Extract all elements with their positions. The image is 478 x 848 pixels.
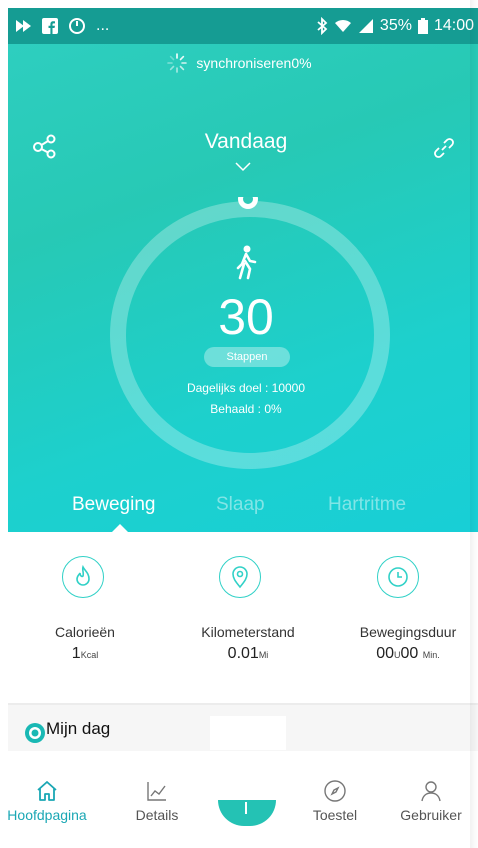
walking-person-icon [236, 245, 257, 280]
duration-minutes: 00 [400, 645, 419, 662]
nav-hoofdpagina[interactable]: Hoofdpagina [4, 751, 90, 823]
nav-label-gebruiker: Gebruiker [400, 807, 462, 823]
distance-value: 0.01Mi [178, 645, 318, 663]
more-indicator: ... [96, 17, 110, 34]
tab-hartritme[interactable]: Hartritme [328, 494, 406, 516]
distance-badge [219, 556, 261, 598]
status-bar: ... 35% 14:00 [8, 8, 478, 44]
power-icon [69, 18, 85, 34]
link-icon[interactable] [432, 136, 456, 160]
overlay-block [210, 716, 286, 750]
activity-tabs: Beweging Slaap Hartritme [8, 494, 478, 532]
battery-icon [417, 18, 428, 34]
clock-time: 14:00 [433, 17, 474, 34]
my-day-label: Mijn dag [46, 719, 111, 738]
home-icon [37, 781, 57, 801]
play-icon [16, 20, 31, 32]
tab-slaap[interactable]: Slaap [216, 494, 265, 516]
battery-percent: 35% [379, 17, 412, 34]
location-pin-icon [232, 566, 248, 589]
daily-goal: Dagelijks doel : 10000 [186, 381, 306, 395]
user-icon [421, 781, 441, 802]
calories-value: 1Kcal [30, 645, 140, 663]
duration-badge [377, 556, 419, 598]
nav-label-toestel: Toestel [312, 807, 358, 823]
nav-toestel[interactable]: Toestel [292, 751, 378, 823]
sync-text: synchroniseren0% [196, 55, 312, 71]
duration-value: 00U00 Min. [340, 645, 476, 663]
step-count: 30 [218, 289, 274, 345]
center-action-mark [245, 802, 247, 814]
bluetooth-icon [317, 17, 328, 35]
tab-beweging[interactable]: Beweging [72, 494, 155, 516]
play-circle-icon [25, 723, 45, 743]
duration-minutes-unit: Min. [422, 650, 440, 660]
chart-icon [147, 782, 166, 801]
steps-label: Stappen [204, 347, 290, 367]
distance-number: 0.01 [227, 645, 259, 662]
calories-unit: Kcal [80, 650, 99, 660]
facebook-icon [42, 18, 58, 34]
sync-status: synchroniseren0% [0, 52, 478, 74]
chevron-down-icon[interactable] [235, 162, 251, 172]
tab-indicator [112, 524, 128, 532]
signal-icon [358, 19, 373, 33]
flame-icon [76, 564, 90, 586]
wifi-icon [334, 19, 351, 32]
spinner-icon [167, 53, 188, 73]
calories-label: Calorieën [55, 624, 115, 640]
nav-details[interactable]: Details [114, 751, 200, 823]
duration-hours: 00 [376, 645, 395, 662]
clock-icon [388, 567, 408, 587]
goal-achieved: Behaald : 0% [210, 402, 282, 416]
date-title[interactable]: Vandaag [0, 130, 478, 154]
distance-unit: Mi [258, 650, 269, 660]
calories-number: 1 [71, 645, 81, 662]
edge-shadow [470, 0, 478, 848]
calories-badge [62, 556, 104, 598]
compass-icon [324, 780, 346, 802]
nav-label-details: Details [135, 807, 179, 823]
nav-label-hoofdpagina: Hoofdpagina [7, 807, 87, 823]
nav-gebruiker[interactable]: Gebruiker [388, 751, 474, 823]
bottom-nav: Hoofdpagina Details Toestel Gebruiker [7, 751, 478, 841]
duration-label: Bewegingsduur [359, 624, 457, 640]
distance-label: Kilometerstand [201, 624, 295, 640]
